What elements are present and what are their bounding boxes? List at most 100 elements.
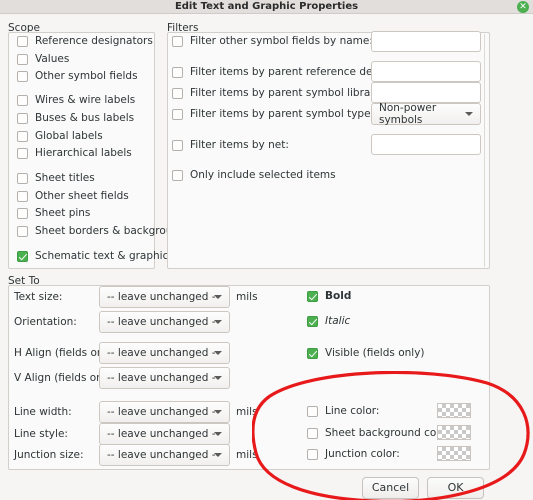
combo-value: -- leave unchanged -- bbox=[107, 449, 220, 461]
junction-color-label: Junction color: bbox=[325, 448, 400, 460]
close-icon[interactable]: ✕ bbox=[517, 1, 529, 13]
scope-item-buses-bus-labels[interactable]: Buses & bus labels bbox=[17, 110, 134, 126]
scope-item-wires-wire-labels[interactable]: Wires & wire labels bbox=[17, 92, 135, 108]
checkbox[interactable] bbox=[307, 448, 318, 460]
checkbox[interactable] bbox=[17, 172, 28, 184]
dialog-window: Edit Text and Graphic Properties ✕ Scope… bbox=[0, 0, 533, 500]
checkbox[interactable] bbox=[307, 347, 318, 359]
checkbox[interactable] bbox=[17, 225, 28, 237]
scope-item-sheet-borders-backgrounds[interactable]: Sheet borders & backgrounds bbox=[17, 223, 191, 239]
checkbox[interactable] bbox=[17, 53, 28, 65]
ok-button[interactable]: OK bbox=[427, 477, 484, 499]
orientation-combo[interactable]: -- leave unchanged -- bbox=[99, 311, 230, 333]
scope-item-schematic-text-graphics[interactable]: Schematic text & graphics bbox=[17, 248, 174, 264]
checkbox[interactable] bbox=[172, 35, 183, 47]
checkbox[interactable] bbox=[172, 66, 183, 78]
checkbox[interactable] bbox=[17, 250, 28, 262]
text-size-combo[interactable]: -- leave unchanged -- bbox=[99, 286, 230, 308]
filters-divider bbox=[484, 34, 485, 267]
chevron-down-icon bbox=[214, 320, 222, 324]
checkbox[interactable] bbox=[17, 207, 28, 219]
junction-size-label: Junction size: bbox=[14, 449, 84, 461]
line-width-label: Line width: bbox=[14, 406, 72, 418]
checkbox[interactable] bbox=[307, 427, 318, 439]
checkbox[interactable] bbox=[17, 130, 28, 142]
chevron-down-icon bbox=[214, 351, 222, 355]
filter-label: Filter items by net: bbox=[190, 139, 289, 151]
sheet-background-color-checkbox-row[interactable]: Sheet background color: bbox=[307, 425, 453, 441]
filter-label: Filter items by parent symbol library id… bbox=[190, 87, 398, 99]
visible-checkbox-row[interactable]: Visible (fields only) bbox=[307, 345, 425, 361]
title-bar: Edit Text and Graphic Properties ✕ bbox=[0, 0, 533, 14]
scope-item-label: Other symbol fields bbox=[35, 70, 138, 82]
scope-item-values[interactable]: Values bbox=[17, 51, 69, 67]
scope-item-label: Buses & bus labels bbox=[35, 112, 135, 124]
checkbox[interactable] bbox=[172, 108, 183, 120]
filter-symbol-type-combo[interactable]: Non-power symbols bbox=[371, 102, 481, 126]
visible-label: Visible (fields only) bbox=[325, 347, 425, 359]
line-width-unit: mils bbox=[236, 406, 258, 418]
checkbox[interactable] bbox=[172, 169, 183, 181]
line-style-label: Line style: bbox=[14, 428, 68, 440]
filter-row-by-net[interactable]: Filter items by net: bbox=[172, 137, 289, 153]
combo-value: -- leave unchanged -- bbox=[107, 406, 220, 418]
scope-item-other-symbol-fields[interactable]: Other symbol fields bbox=[17, 68, 138, 84]
filter-label: Filter items by parent symbol type: bbox=[190, 108, 375, 120]
italic-label: Italic bbox=[325, 315, 351, 327]
checkbox[interactable] bbox=[307, 405, 318, 417]
scope-item-reference-designators[interactable]: Reference designators bbox=[17, 33, 153, 49]
scope-item-other-sheet-fields[interactable]: Other sheet fields bbox=[17, 188, 129, 204]
cancel-button[interactable]: Cancel bbox=[362, 477, 419, 499]
checkbox[interactable] bbox=[17, 190, 28, 202]
chevron-down-icon bbox=[214, 376, 222, 380]
junction-color-checkbox-row[interactable]: Junction color: bbox=[307, 446, 400, 462]
checkbox[interactable] bbox=[307, 315, 318, 327]
checkbox[interactable] bbox=[17, 147, 28, 159]
combo-value: -- leave unchanged -- bbox=[107, 347, 220, 359]
filter-row-by-symbol-library-id[interactable]: Filter items by parent symbol library id… bbox=[172, 85, 397, 101]
window-title: Edit Text and Graphic Properties bbox=[174, 1, 359, 12]
junction-size-unit: mils bbox=[236, 449, 258, 461]
checkbox[interactable] bbox=[17, 35, 28, 47]
filter-name-input[interactable] bbox=[371, 31, 481, 52]
junction-size-combo[interactable]: -- leave unchanged -- bbox=[99, 444, 230, 466]
line-width-combo[interactable]: -- leave unchanged -- bbox=[99, 401, 230, 423]
chevron-down-icon bbox=[214, 295, 222, 299]
line-color-swatch[interactable] bbox=[437, 403, 471, 418]
line-color-checkbox-row[interactable]: Line color: bbox=[307, 403, 379, 419]
scope-item-global-labels[interactable]: Global labels bbox=[17, 128, 103, 144]
v-align-combo[interactable]: -- leave unchanged -- bbox=[99, 367, 230, 389]
scope-item-label: Hierarchical labels bbox=[35, 147, 132, 159]
scope-item-label: Reference designators bbox=[35, 35, 153, 47]
filter-row-by-symbol-type[interactable]: Filter items by parent symbol type: bbox=[172, 106, 374, 122]
scope-item-label: Wires & wire labels bbox=[35, 94, 136, 106]
scope-item-label: Values bbox=[35, 53, 70, 65]
italic-checkbox-row[interactable]: Italic bbox=[307, 313, 350, 329]
filter-symbol-library-id-input[interactable] bbox=[371, 82, 481, 103]
filter-row-only-selected[interactable]: Only include selected items bbox=[172, 167, 336, 183]
sheet-background-color-swatch[interactable] bbox=[437, 425, 471, 440]
filter-reference-designator-input[interactable] bbox=[371, 61, 481, 82]
checkbox[interactable] bbox=[17, 70, 28, 82]
h-align-combo[interactable]: -- leave unchanged -- bbox=[99, 342, 230, 364]
sheet-background-color-label: Sheet background color: bbox=[325, 427, 454, 439]
line-style-combo[interactable]: -- leave unchanged -- bbox=[99, 423, 230, 445]
filter-net-input[interactable] bbox=[371, 134, 481, 155]
checkbox[interactable] bbox=[17, 112, 28, 124]
checkbox[interactable] bbox=[17, 94, 28, 106]
checkbox[interactable] bbox=[172, 87, 183, 99]
junction-color-swatch[interactable] bbox=[437, 446, 471, 461]
bold-checkbox-row[interactable]: Bold bbox=[307, 288, 351, 304]
filter-row-by-name[interactable]: Filter other symbol fields by name: bbox=[172, 33, 373, 49]
text-size-unit: mils bbox=[236, 291, 258, 303]
scope-item-sheet-pins[interactable]: Sheet pins bbox=[17, 205, 90, 221]
scope-item-hierarchical-labels[interactable]: Hierarchical labels bbox=[17, 145, 132, 161]
scope-item-label: Global labels bbox=[35, 130, 103, 142]
combo-value: -- leave unchanged -- bbox=[107, 428, 220, 440]
filter-label: Only include selected items bbox=[190, 169, 336, 181]
checkbox[interactable] bbox=[307, 290, 318, 302]
combo-value: -- leave unchanged -- bbox=[107, 316, 220, 328]
checkbox[interactable] bbox=[172, 139, 183, 151]
scope-item-sheet-titles[interactable]: Sheet titles bbox=[17, 170, 95, 186]
orientation-label: Orientation: bbox=[14, 316, 77, 328]
